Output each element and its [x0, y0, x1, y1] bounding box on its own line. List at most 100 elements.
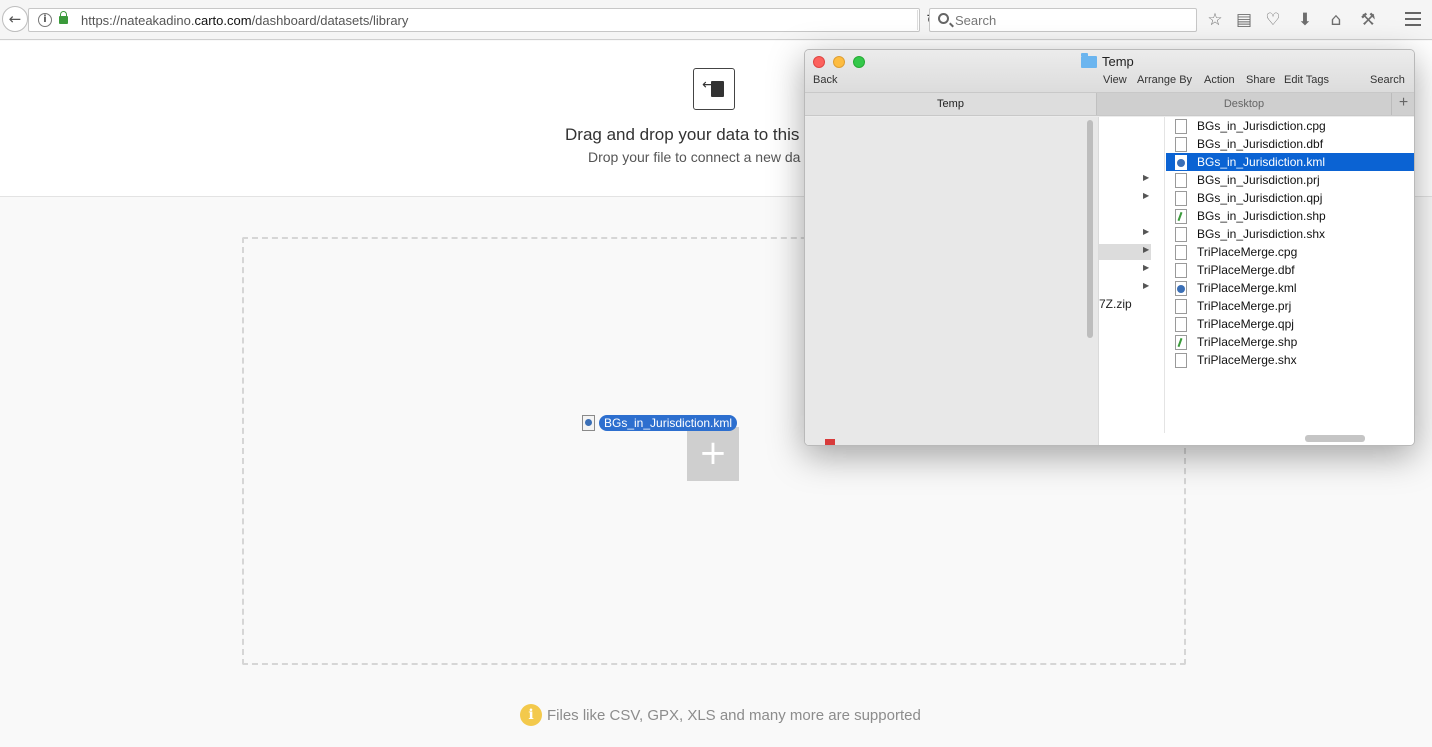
- url-prefix: https://nateakadino.: [81, 13, 195, 28]
- dragged-file-label: BGs_in_Jurisdiction.kml: [599, 415, 738, 431]
- disclosure-arrow-icon[interactable]: ▶: [1143, 244, 1153, 256]
- doc-icon: [1175, 244, 1187, 260]
- folder-icon: [1081, 52, 1097, 68]
- doc-icon: [1175, 226, 1187, 242]
- file-name: BGs_in_Jurisdiction.cpg: [1197, 119, 1326, 133]
- file-row[interactable]: BGs_in_Jurisdiction.dbf: [1166, 135, 1414, 153]
- disclosure-arrow-icon[interactable]: ▶: [1143, 226, 1153, 238]
- file-row[interactable]: BGs_in_Jurisdiction.prj: [1166, 171, 1414, 189]
- view-button[interactable]: View: [1103, 74, 1127, 86]
- dev-item-peek: [825, 439, 835, 445]
- file-name: TriPlaceMerge.kml: [1197, 281, 1297, 295]
- info-icon[interactable]: i: [38, 13, 52, 27]
- file-row[interactable]: BGs_in_Jurisdiction.shx: [1166, 225, 1414, 243]
- minimize-window-button[interactable]: [833, 56, 845, 68]
- url-bar[interactable]: i https://nateakadino.carto.com/dashboar…: [28, 8, 939, 32]
- disclosure-arrow-icon[interactable]: ▶: [1143, 280, 1153, 292]
- shp-icon: [1175, 208, 1187, 224]
- back-button[interactable]: Back: [813, 74, 837, 86]
- reading-list-icon[interactable]: ▤: [1233, 9, 1255, 31]
- file-row[interactable]: TriPlaceMerge.cpg: [1166, 243, 1414, 261]
- file-row[interactable]: TriPlaceMerge.shx: [1166, 351, 1414, 369]
- finder-window[interactable]: Temp Back View Arrange By Action Share E…: [804, 49, 1415, 446]
- edit-tags-button[interactable]: Edit Tags: [1284, 74, 1329, 86]
- horizontal-scrollbar[interactable]: [1305, 435, 1365, 442]
- file-row[interactable]: TriPlaceMerge.kml: [1166, 279, 1414, 297]
- search-placeholder: Search: [955, 13, 997, 28]
- lock-icon: [59, 11, 68, 24]
- extension-icon[interactable]: ⚒: [1357, 9, 1379, 31]
- tab-desktop[interactable]: Desktop: [1097, 93, 1391, 115]
- share-button[interactable]: Share: [1246, 74, 1275, 86]
- file-row[interactable]: BGs_in_Jurisdiction.kml: [1166, 153, 1414, 171]
- finder-title-text: Temp: [1102, 54, 1134, 69]
- upload-icon: ←: [693, 68, 735, 110]
- info-circle-icon: i: [520, 704, 542, 726]
- zoom-window-button[interactable]: [853, 56, 865, 68]
- search-icon: [938, 13, 949, 24]
- doc-icon: [1175, 316, 1187, 332]
- disclosure-arrow-icon[interactable]: ▶: [1143, 262, 1153, 274]
- file-name: BGs_in_Jurisdiction.shp: [1197, 209, 1326, 223]
- file-name: TriPlaceMerge.prj: [1197, 299, 1292, 313]
- zip-file-label[interactable]: 7Z.zip: [1099, 297, 1132, 311]
- finder-titlebar[interactable]: Temp Back View Arrange By Action Share E…: [805, 50, 1414, 92]
- kml-icon: [1175, 280, 1187, 296]
- file-name: BGs_in_Jurisdiction.dbf: [1197, 137, 1324, 151]
- file-row[interactable]: TriPlaceMerge.prj: [1166, 297, 1414, 315]
- finder-title: Temp: [1081, 52, 1134, 69]
- shp-icon: [1175, 334, 1187, 350]
- file-name: TriPlaceMerge.shp: [1197, 335, 1298, 349]
- close-window-button[interactable]: [813, 56, 825, 68]
- file-name: TriPlaceMerge.qpj: [1197, 317, 1294, 331]
- tab-temp[interactable]: Temp: [805, 93, 1097, 115]
- file-name: BGs_in_Jurisdiction.shx: [1197, 227, 1326, 241]
- file-row[interactable]: BGs_in_Jurisdiction.qpj: [1166, 189, 1414, 207]
- bookmark-star-icon[interactable]: ☆: [1204, 9, 1226, 31]
- doc-icon: [1175, 298, 1187, 314]
- file-name: TriPlaceMerge.shx: [1197, 353, 1297, 367]
- new-tab-plus-icon[interactable]: +: [1391, 93, 1414, 115]
- file-row[interactable]: BGs_in_Jurisdiction.shp: [1166, 207, 1414, 225]
- back-arrow-icon[interactable]: ←: [2, 6, 28, 32]
- vertical-scrollbar[interactable]: [1087, 120, 1093, 338]
- search-input[interactable]: Search: [929, 8, 1197, 32]
- url-text[interactable]: https://nateakadino.carto.com/dashboard/…: [81, 13, 408, 28]
- doc-icon: [1175, 172, 1187, 188]
- doc-icon: [1175, 262, 1187, 278]
- disclosure-arrow-icon[interactable]: ▶: [1143, 172, 1153, 184]
- dragged-file[interactable]: BGs_in_Jurisdiction.kml: [582, 414, 738, 432]
- support-text: Files like CSV, GPX, XLS and many more a…: [547, 706, 921, 724]
- action-button[interactable]: Action: [1204, 74, 1235, 86]
- file-row[interactable]: TriPlaceMerge.shp: [1166, 333, 1414, 351]
- finder-tabbar: Temp Desktop +: [805, 92, 1414, 116]
- file-name: TriPlaceMerge.dbf: [1197, 263, 1295, 277]
- file-name: BGs_in_Jurisdiction.kml: [1197, 155, 1326, 169]
- file-row[interactable]: TriPlaceMerge.qpj: [1166, 315, 1414, 333]
- doc-icon: [1175, 352, 1187, 368]
- middle-column[interactable]: ▶ ▶ ▶ ▶ ▶ ▶ 7Z.zip ||: [1099, 117, 1165, 433]
- file-name: BGs_in_Jurisdiction.qpj: [1197, 191, 1323, 205]
- home-icon[interactable]: ⌂: [1325, 9, 1347, 31]
- add-file-button[interactable]: +: [687, 427, 739, 481]
- doc-icon: [1175, 136, 1187, 152]
- menu-icon[interactable]: [1405, 12, 1421, 26]
- drag-subtitle: Drop your file to connect a new da: [588, 149, 801, 165]
- file-row[interactable]: TriPlaceMerge.dbf: [1166, 261, 1414, 279]
- finder-columns: ▶ ▶ ▶ ▶ ▶ ▶ 7Z.zip || BGs_in_Jurisdictio…: [805, 117, 1414, 445]
- file-name: TriPlaceMerge.cpg: [1197, 245, 1298, 259]
- sidebar-column[interactable]: [805, 117, 1099, 445]
- url-host: carto.com: [194, 13, 252, 28]
- drag-title: Drag and drop your data to this: [565, 125, 800, 144]
- kml-file-icon: [582, 415, 595, 431]
- file-name: BGs_in_Jurisdiction.prj: [1197, 173, 1320, 187]
- disclosure-arrow-icon[interactable]: ▶: [1143, 190, 1153, 202]
- pocket-icon[interactable]: ♡: [1262, 9, 1284, 31]
- doc-icon: [1175, 118, 1187, 134]
- arrange-by-button[interactable]: Arrange By: [1137, 74, 1192, 86]
- finder-search-button[interactable]: Search: [1370, 74, 1405, 86]
- download-icon[interactable]: ⬇: [1294, 9, 1316, 31]
- file-row[interactable]: BGs_in_Jurisdiction.cpg: [1166, 117, 1414, 135]
- doc-icon: [1175, 190, 1187, 206]
- support-note: i Files like CSV, GPX, XLS and many more…: [520, 704, 921, 726]
